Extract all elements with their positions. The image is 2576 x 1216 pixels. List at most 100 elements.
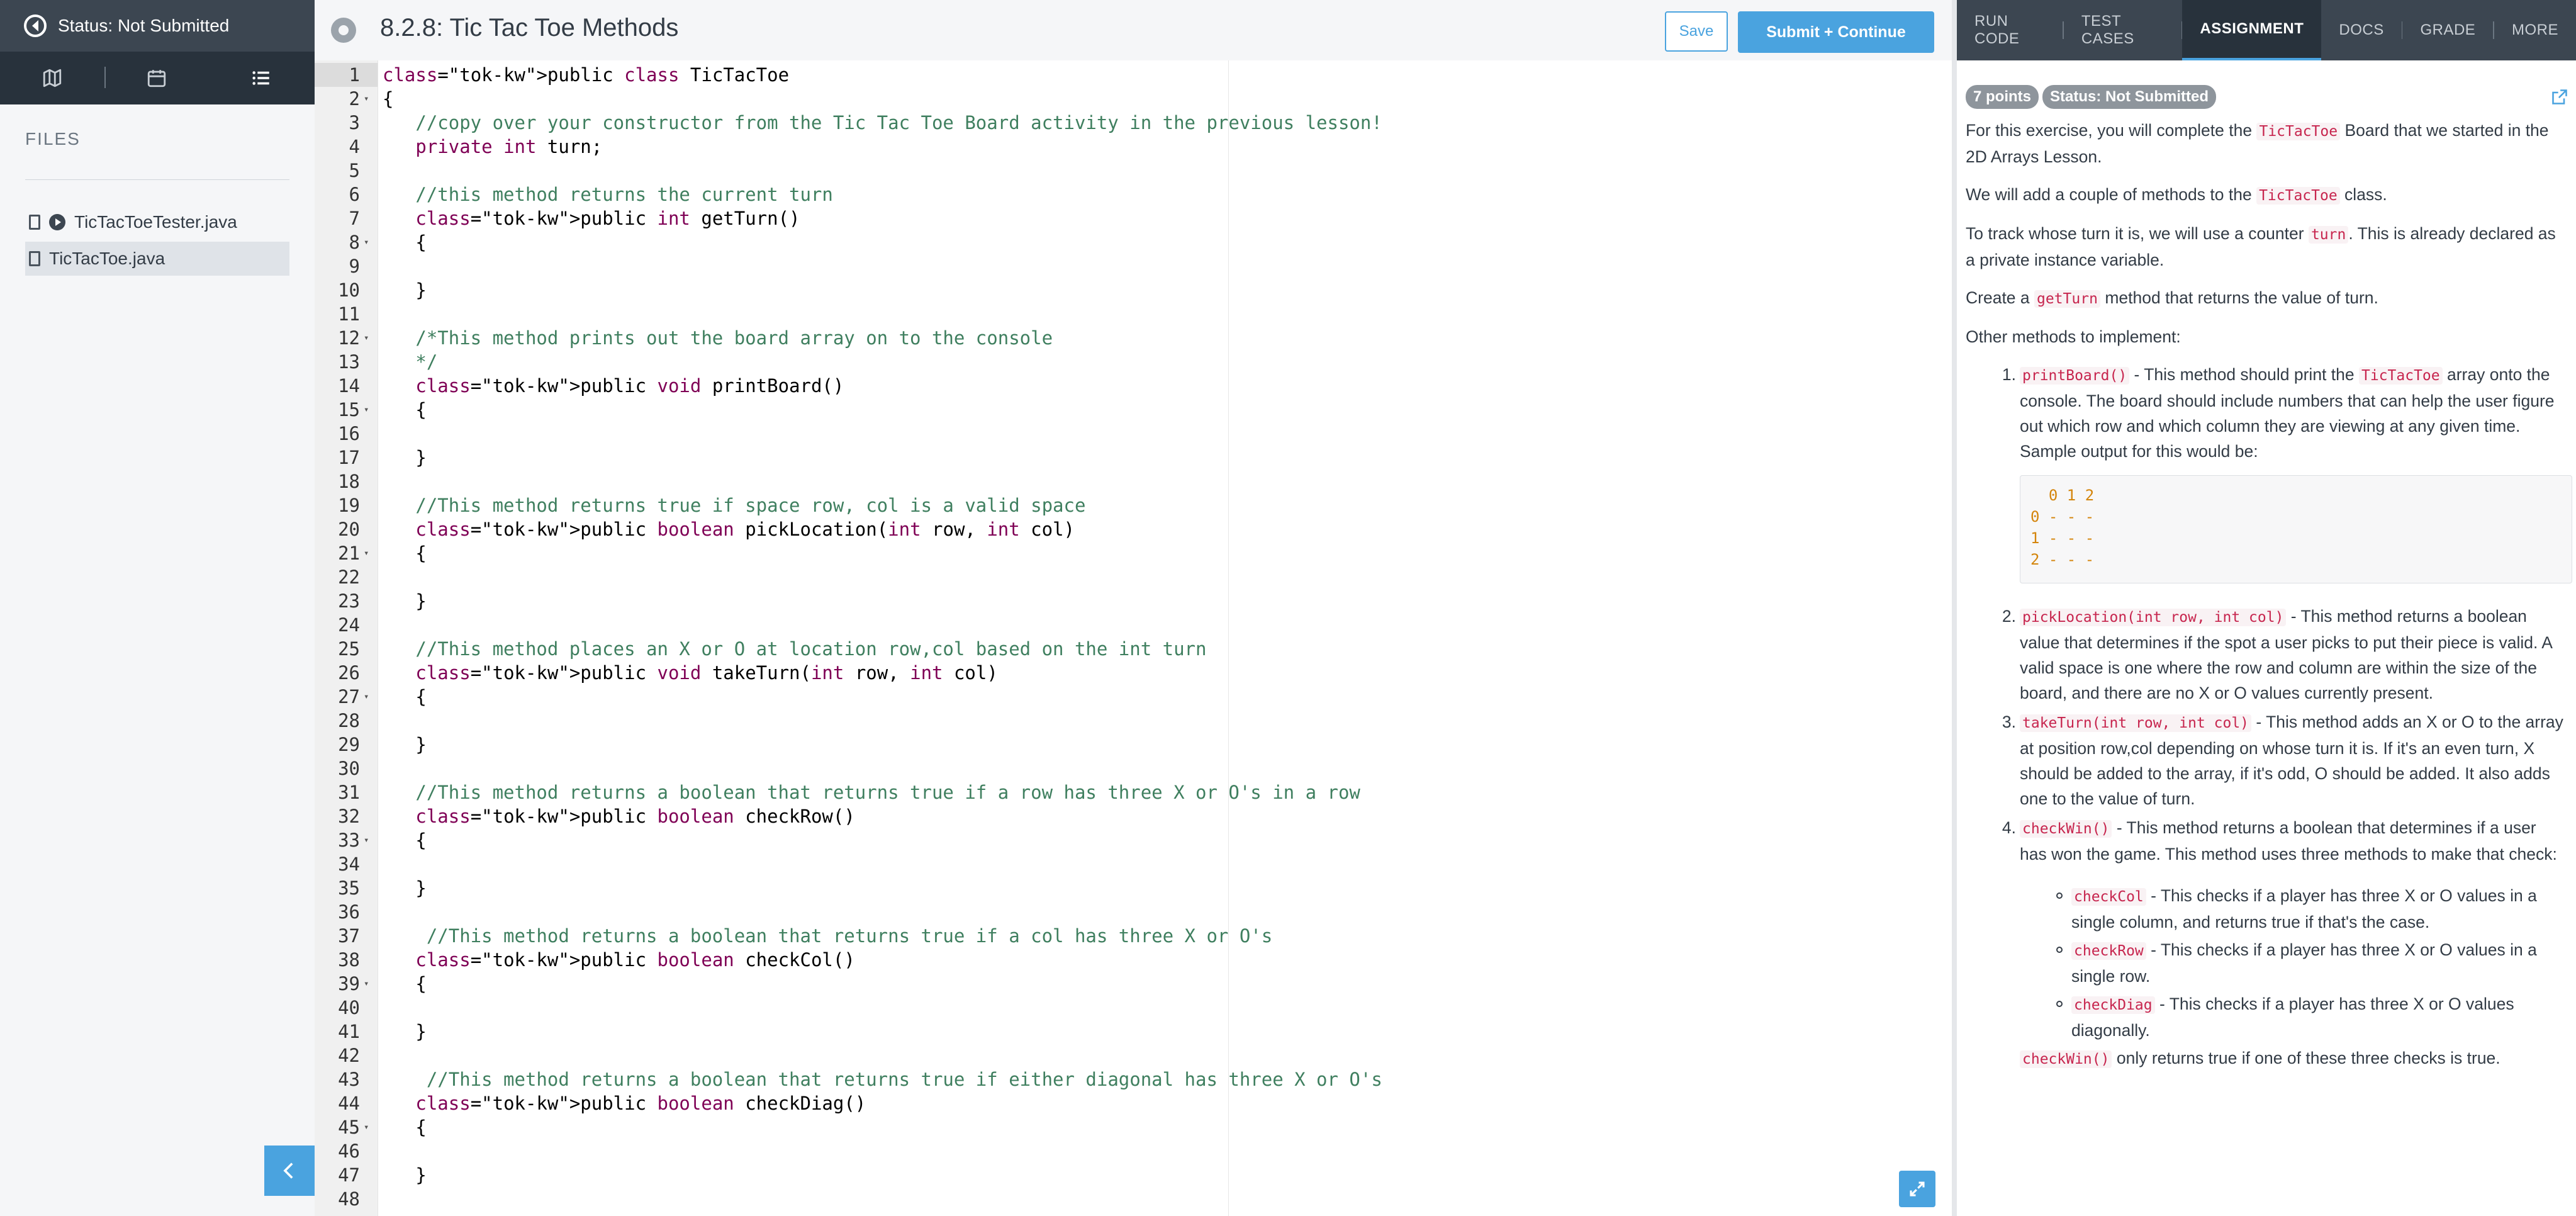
code-line[interactable]: 22 (315, 565, 1952, 589)
code-line[interactable]: 36 (315, 900, 1952, 924)
tab-run-code[interactable]: RUN CODE (1957, 0, 2063, 60)
code-line[interactable]: 30 (315, 757, 1952, 780)
code-line[interactable]: 29 } (315, 733, 1952, 757)
code-line[interactable]: 5 (315, 159, 1952, 183)
code-line[interactable]: 10 } (315, 278, 1952, 302)
tab-assignment[interactable]: ASSIGNMENT (2182, 0, 2322, 60)
code-text: //This method returns a boolean that ret… (383, 925, 1273, 947)
code-line[interactable]: 24 (315, 613, 1952, 637)
points-badge: 7 points (1966, 85, 2039, 109)
line-number: 6 (349, 184, 360, 205)
fold-arrow-icon[interactable]: ▾ (364, 398, 369, 422)
code-line[interactable]: 19 //This method returns true if space r… (315, 493, 1952, 517)
code-line[interactable]: 47 } (315, 1163, 1952, 1187)
fold-arrow-icon[interactable]: ▾ (364, 1115, 369, 1139)
code-line[interactable]: 17 } (315, 446, 1952, 470)
check-list: checkCol - This checks if a player has t… (2020, 883, 2563, 1043)
file-item-tictactoe[interactable]: TicTacToe.java (25, 242, 289, 276)
save-button[interactable]: Save (1665, 11, 1728, 52)
code-line[interactable]: 7 class="tok-kw">public int getTurn() (315, 206, 1952, 230)
code-line[interactable]: 14 class="tok-kw">public void printBoard… (315, 374, 1952, 398)
collapse-sidebar-button[interactable] (264, 1146, 315, 1196)
code-line[interactable]: 3 //copy over your constructor from the … (315, 111, 1952, 135)
paragraph: Other methods to implement: (1966, 324, 2563, 349)
code-line[interactable]: 2 ▾ { (315, 87, 1952, 111)
expand-editor-button[interactable] (1899, 1171, 1935, 1207)
code-line[interactable]: 28 (315, 709, 1952, 733)
code-line[interactable]: 6 //this method returns the current turn (315, 183, 1952, 206)
code-line[interactable]: 44 class="tok-kw">public boolean checkDi… (315, 1091, 1952, 1115)
back-circle-icon[interactable] (24, 14, 47, 37)
submit-continue-button[interactable]: Submit + Continue (1738, 11, 1934, 53)
code-line[interactable]: 38 class="tok-kw">public boolean checkCo… (315, 948, 1952, 972)
code-line[interactable]: 48 (315, 1187, 1952, 1211)
tab-more[interactable]: MORE (2494, 0, 2576, 60)
file-item-tester[interactable]: TicTacToeTester.java (25, 205, 289, 239)
code-line[interactable]: 20 class="tok-kw">public boolean pickLoc… (315, 517, 1952, 541)
tab-calendar[interactable] (104, 52, 209, 104)
code-line[interactable]: 11 (315, 302, 1952, 326)
expand-icon (1910, 1181, 1925, 1196)
code-line[interactable]: 45 ▾ { (315, 1115, 1952, 1139)
code-line[interactable]: 35 } (315, 876, 1952, 900)
code-text: { (383, 543, 427, 564)
code-text: { (383, 973, 427, 994)
line-number: 18 (338, 471, 360, 492)
code-line[interactable]: 13 */ (315, 350, 1952, 374)
code-line[interactable]: 12 ▾ /*This method prints out the board a… (315, 326, 1952, 350)
fold-arrow-icon[interactable]: ▾ (364, 230, 369, 254)
fold-arrow-icon[interactable]: ▾ (364, 326, 369, 350)
code-line[interactable]: 21 ▾ { (315, 541, 1952, 565)
code-line[interactable]: 33 ▾ { (315, 828, 1952, 852)
code-line[interactable]: 4 private int turn; (315, 135, 1952, 159)
code-line[interactable]: 26 class="tok-kw">public void takeTurn(i… (315, 661, 1952, 685)
tab-docs[interactable]: DOCS (2321, 0, 2401, 60)
code-line[interactable]: 9 (315, 254, 1952, 278)
code-text: /*This method prints out the board array… (383, 327, 1053, 349)
line-number: 28 (338, 710, 360, 731)
code-line[interactable]: 32 class="tok-kw">public boolean checkRo… (315, 804, 1952, 828)
code-line[interactable]: 34 (315, 852, 1952, 876)
code-editor[interactable]: 1 class="tok-kw">public class TicTacToe 2 ▾… (315, 60, 1952, 1216)
list-item: 3. takeTurn(int row, int col) - This met… (1966, 709, 2563, 811)
fold-arrow-icon[interactable]: ▾ (364, 541, 369, 565)
fold-arrow-icon[interactable]: ▾ (364, 87, 369, 111)
code-line[interactable]: 31 //This method returns a boolean that … (315, 780, 1952, 804)
tab-map[interactable] (0, 52, 104, 104)
code-line[interactable]: 15 ▾ { (315, 398, 1952, 422)
sample-line: 1 - - - (2030, 529, 2095, 547)
code-text: { (383, 830, 427, 851)
fold-arrow-icon[interactable]: ▾ (364, 828, 369, 852)
code-line[interactable]: 16 (315, 422, 1952, 446)
code-line[interactable]: 41 } (315, 1020, 1952, 1044)
gear-icon[interactable] (331, 18, 356, 43)
fold-arrow-icon[interactable]: ▾ (364, 685, 369, 709)
code-line[interactable]: 39 ▾ { (315, 972, 1952, 996)
text-run: For this exercise, you will complete the (1966, 121, 2257, 140)
text-run: To track whose turn it is, we will use a… (1966, 224, 2309, 243)
line-number: 47 (338, 1164, 360, 1186)
final-note: checkWin() only returns true if one of t… (2020, 1045, 2563, 1072)
code-line[interactable]: 37 //This method returns a boolean that … (315, 924, 1952, 948)
line-number: 19 (338, 495, 360, 516)
code-line[interactable]: 1 class="tok-kw">public class TicTacToe (315, 63, 1952, 87)
code-line[interactable]: 46 (315, 1139, 1952, 1163)
paragraph: Create a getTurn method that returns the… (1966, 285, 2563, 312)
inline-code: checkWin() (2020, 1050, 2112, 1068)
tab-files[interactable] (209, 52, 313, 104)
code-line[interactable]: 27 ▾ { (315, 685, 1952, 709)
line-number: 35 (338, 877, 360, 899)
code-line[interactable]: 42 (315, 1044, 1952, 1067)
tab-test-cases[interactable]: TEST CASES (2064, 0, 2181, 60)
map-icon (43, 69, 62, 87)
code-line[interactable]: 18 (315, 470, 1952, 493)
code-line[interactable]: 40 (315, 996, 1952, 1020)
fold-arrow-icon[interactable]: ▾ (364, 972, 369, 996)
code-line[interactable]: 8 ▾ { (315, 230, 1952, 254)
code-line[interactable]: 23 } (315, 589, 1952, 613)
code-line[interactable]: 43 //This method returns a boolean that … (315, 1067, 1952, 1091)
status-bar[interactable]: Status: Not Submitted (0, 0, 315, 52)
line-number: 30 (338, 758, 360, 779)
tab-grade[interactable]: GRADE (2402, 0, 2493, 60)
code-line[interactable]: 25 //This method places an X or O at loc… (315, 637, 1952, 661)
